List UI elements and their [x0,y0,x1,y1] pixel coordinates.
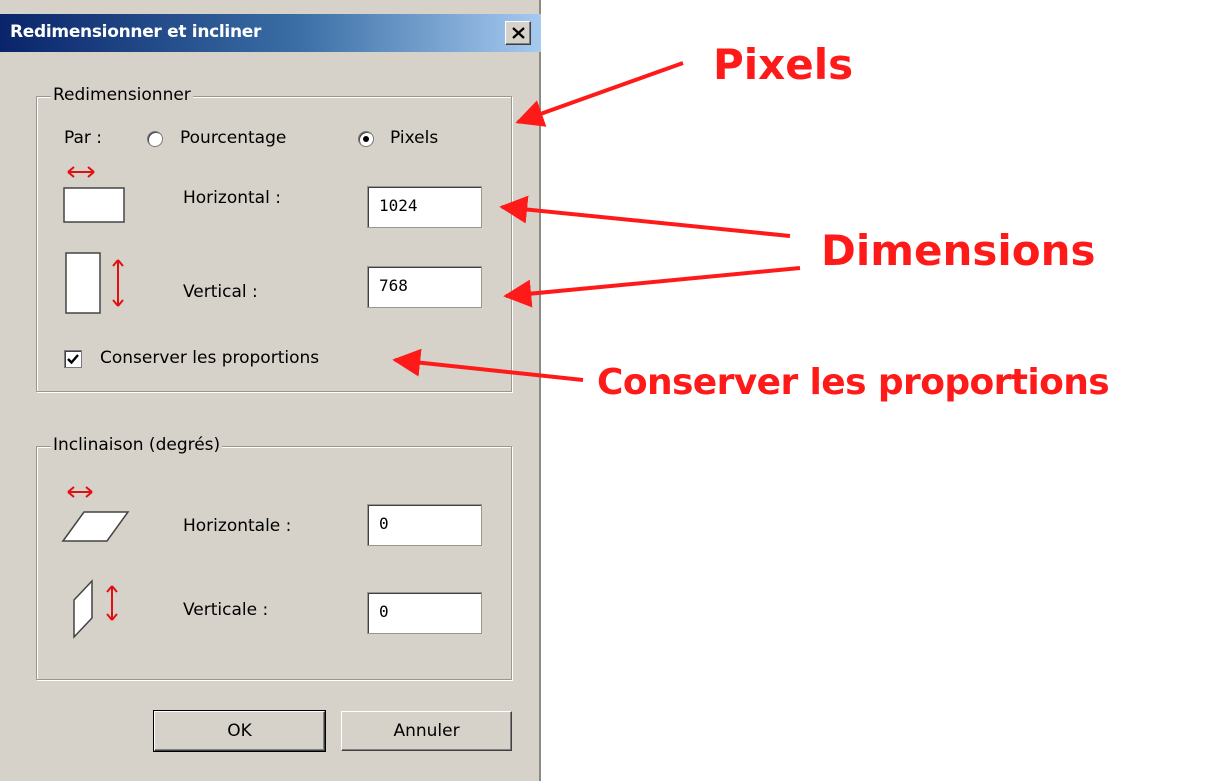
keep-ratio-arrow [392,348,584,382]
pixels-annotation: Pixels [713,40,854,89]
pixels-arrow [515,61,684,127]
dimensions-arrow-horizontal [499,195,791,238]
dimensions-annotation: Dimensions [821,226,1096,275]
dimensions-arrow-vertical [503,266,801,308]
keep-ratio-annotation: Conserver les proportions [597,362,1110,403]
